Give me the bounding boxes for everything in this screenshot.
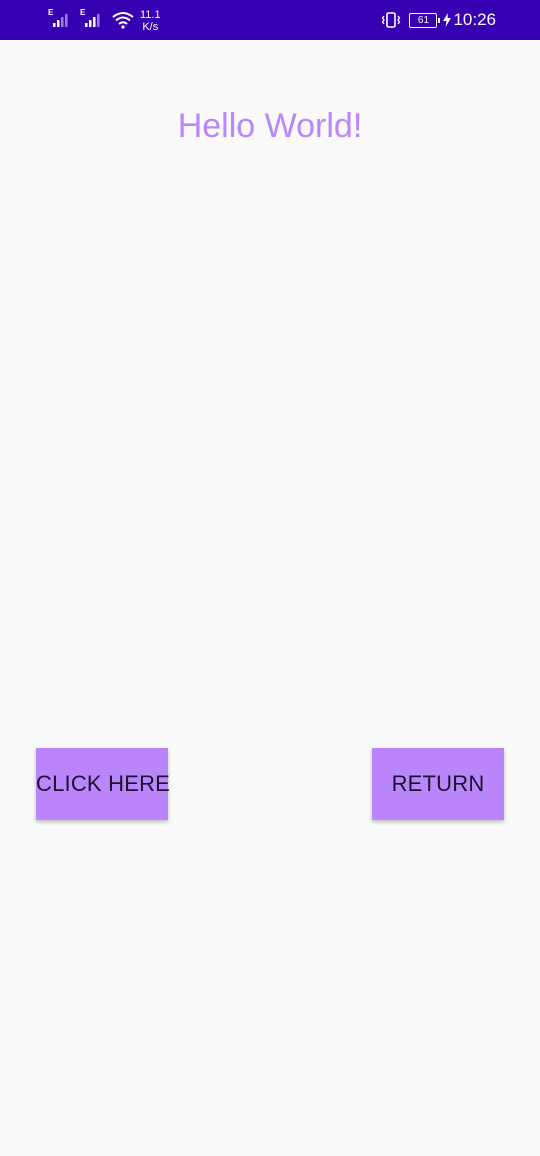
cellular-signal-2: E [80,8,102,30]
click-here-button[interactable]: CLICK HERE [36,748,170,820]
signal-bars-icon [85,14,100,27]
wifi-icon [112,12,134,29]
return-button[interactable]: RETURN [372,748,504,820]
battery-level: 61 [417,14,430,26]
status-clock: 10:26 [453,10,496,29]
network-speed: 11.1 K/s [140,9,161,33]
status-bar-right: 61 10:26 [381,6,496,34]
signal-bars-icon [53,14,68,27]
battery-icon: 61 [409,12,441,28]
status-bar: E E 11.1 K/s 61 10:26 [0,0,540,40]
hello-world-text: Hello World! [177,107,363,145]
status-bar-left: E E 11.1 K/s [48,6,161,34]
charging-bolt-icon [443,13,452,27]
network-speed-value: 11.1 [140,9,161,21]
vibrate-icon [382,12,401,28]
cellular-signal-1: E [48,8,70,30]
network-speed-unit: K/s [142,21,159,33]
